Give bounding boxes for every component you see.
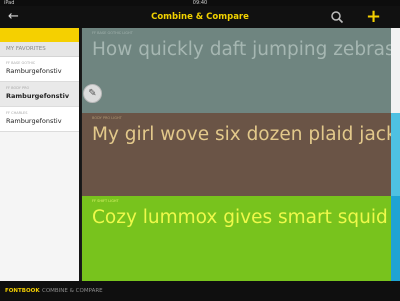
sample-font-label: BODY PRO LIGHT [92,116,122,120]
add-icon[interactable]: + [366,6,381,28]
sample-text: My girl wove six dozen plaid jackets bef… [92,124,400,145]
favorite-item[interactable]: FF CHARLES Ramburgefonstiv [0,107,79,132]
sidebar-accent-bar [0,28,79,42]
font-sample-panel-1[interactable]: FF BASE GOTHIC LIGHT How quickly daft ju… [82,28,400,113]
navigation-bar: ← Combine & Compare + [0,6,400,28]
favorite-family: FF BODY PRO [6,86,30,90]
font-sample-panel-2[interactable]: BODY PRO LIGHT My girl wove six dozen pl… [82,113,400,196]
favorite-sample: Ramburgefonstiv [6,67,62,75]
sample-side-bar [391,113,400,196]
sample-font-label: FF BASE GOTHIC LIGHT [92,31,133,35]
favorites-section-header: MY FAVORITES [0,42,79,57]
sample-side-bar [391,196,400,281]
favorite-family: FF CHARLES [6,111,28,115]
favorites-sidebar: MY FAVORITES FF BASE GOTHIC Ramburgefons… [0,28,79,281]
favorite-sample: Ramburgefonstiv [6,117,62,125]
pencil-icon[interactable]: ✎ [83,84,102,103]
font-sample-panel-3[interactable]: FF SHIFT LIGHT Cozy lummox gives smart s… [82,196,400,281]
tab-combine-compare[interactable]: COMBINE & COMPARE [42,281,103,301]
sample-text: How quickly daft jumping zebras vex! Two… [92,39,400,60]
sample-font-label: FF SHIFT LIGHT [92,199,119,203]
favorite-item-selected[interactable]: FF BODY PRO Ramburgefonstiv [0,82,79,107]
tab-fontbook[interactable]: FONTBOOK [5,281,40,301]
search-icon[interactable] [330,10,344,24]
favorite-sample: Ramburgefonstiv [6,92,70,100]
favorite-item[interactable]: FF BASE GOTHIC Ramburgefonstiv [0,57,79,82]
tab-bar: FONTBOOK COMBINE & COMPARE [0,281,400,301]
sample-side-bar [391,28,400,113]
favorite-family: FF BASE GOTHIC [6,61,36,65]
sample-text: Cozy lummox gives smart squid who asks f… [92,207,400,228]
